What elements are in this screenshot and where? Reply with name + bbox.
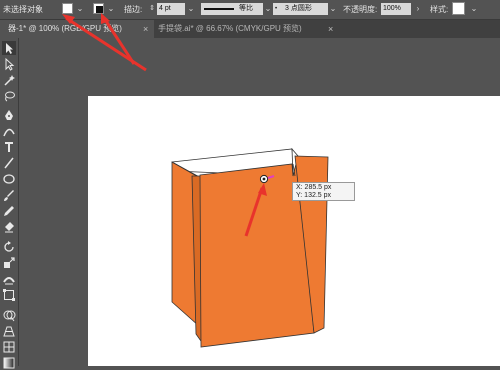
lasso-icon[interactable]: [2, 89, 16, 103]
opacity-field[interactable]: 100%: [381, 3, 411, 15]
brush-dropdown-chevron-icon[interactable]: ⌄: [328, 3, 338, 15]
fill-swatch[interactable]: [62, 3, 73, 14]
paintbrush-icon[interactable]: [2, 188, 16, 202]
stroke-swatch-inner: [96, 6, 103, 13]
tab-handbag-ai-label: 手提袋.ai* @ 66.67% (CMYK/GPU 预览): [158, 24, 302, 33]
opacity-chevron-icon[interactable]: ›: [413, 3, 423, 15]
stroke-label: 描边:: [124, 5, 143, 14]
variable-width-profile[interactable]: 等比: [201, 3, 263, 15]
selection-status: 未选择对象: [3, 5, 43, 14]
profile-label: 等比: [239, 5, 253, 12]
direct-selection-tool-icon[interactable]: [2, 57, 16, 71]
stroke-weight-stepper-icon[interactable]: ⇕: [147, 3, 157, 15]
profile-dropdown-chevron-icon[interactable]: ⌄: [263, 3, 273, 15]
stroke-weight-dropdown-chevron-icon[interactable]: ⌄: [186, 3, 196, 15]
line-tool-icon[interactable]: [2, 156, 16, 170]
mesh-tool-icon[interactable]: [2, 340, 16, 354]
brush-dot-icon: •: [275, 6, 278, 12]
selection-tool-icon[interactable]: [2, 41, 16, 55]
profile-line-preview: [204, 8, 234, 10]
style-dropdown-chevron-icon[interactable]: ⌄: [469, 3, 479, 15]
rotate-tool-icon[interactable]: [2, 240, 16, 254]
stroke-swatch[interactable]: [93, 3, 104, 14]
tab-document-1-label: 器-1* @ 100% (RGB/GPU 预览): [8, 24, 122, 33]
free-transform-icon[interactable]: [2, 288, 16, 302]
cursor-x-readout: X: 285.5 px: [296, 184, 332, 191]
tab-handbag-ai[interactable]: 手提袋.ai* @ 66.67% (CMYK/GPU 预览): [154, 20, 334, 38]
scale-tool-icon[interactable]: [2, 256, 16, 270]
handbag-artwork[interactable]: [88, 96, 500, 366]
brush-definition-field[interactable]: • 3 点圆形: [273, 3, 328, 15]
opacity-label: 不透明度:: [343, 5, 378, 14]
perspective-grid-icon[interactable]: [2, 324, 16, 338]
tools-panel: [0, 38, 19, 369]
graphic-style-swatch[interactable]: [452, 2, 465, 15]
shape-builder-icon[interactable]: [2, 308, 16, 322]
magic-wand-icon[interactable]: [2, 73, 16, 87]
artboard[interactable]: [88, 96, 500, 366]
control-bar: 未选择对象 ⌄ ⌄ 描边: ⇕ 4 pt ⌄ 等比 ⌄ • 3 点圆形 ⌄ 不透…: [0, 0, 500, 20]
gradient-tool-icon[interactable]: [2, 356, 16, 370]
eraser-icon[interactable]: [2, 220, 16, 234]
tab-handbag-ai-close-icon[interactable]: ×: [328, 20, 333, 38]
stroke-dropdown-chevron-icon[interactable]: ⌄: [106, 3, 116, 15]
fill-dropdown-chevron-icon[interactable]: ⌄: [75, 3, 85, 15]
style-label: 样式:: [430, 5, 449, 14]
curvature-tool-icon[interactable]: [2, 124, 16, 138]
pencil-icon[interactable]: [2, 204, 16, 218]
cursor-y-readout: Y: 132.5 px: [296, 192, 332, 199]
type-tool-icon[interactable]: [2, 140, 16, 154]
tab-document-1[interactable]: 器-1* @ 100% (RGB/GPU 预览): [4, 20, 154, 38]
ellipse-tool-icon[interactable]: [2, 172, 16, 186]
anchor-point-center: [262, 177, 266, 181]
pen-tool-icon[interactable]: [2, 108, 16, 122]
stroke-weight-field[interactable]: 4 pt: [157, 3, 185, 15]
width-tool-icon[interactable]: [2, 272, 16, 286]
document-tab-bar: 器-1* @ 100% (RGB/GPU 预览) × 手提袋.ai* @ 66.…: [4, 20, 500, 38]
brush-label: 3 点圆形: [285, 5, 312, 12]
cursor-coordinate-readout: X: 285.5 px Y: 132.5 px: [292, 182, 355, 201]
tab-document-1-close-icon[interactable]: ×: [143, 20, 148, 38]
